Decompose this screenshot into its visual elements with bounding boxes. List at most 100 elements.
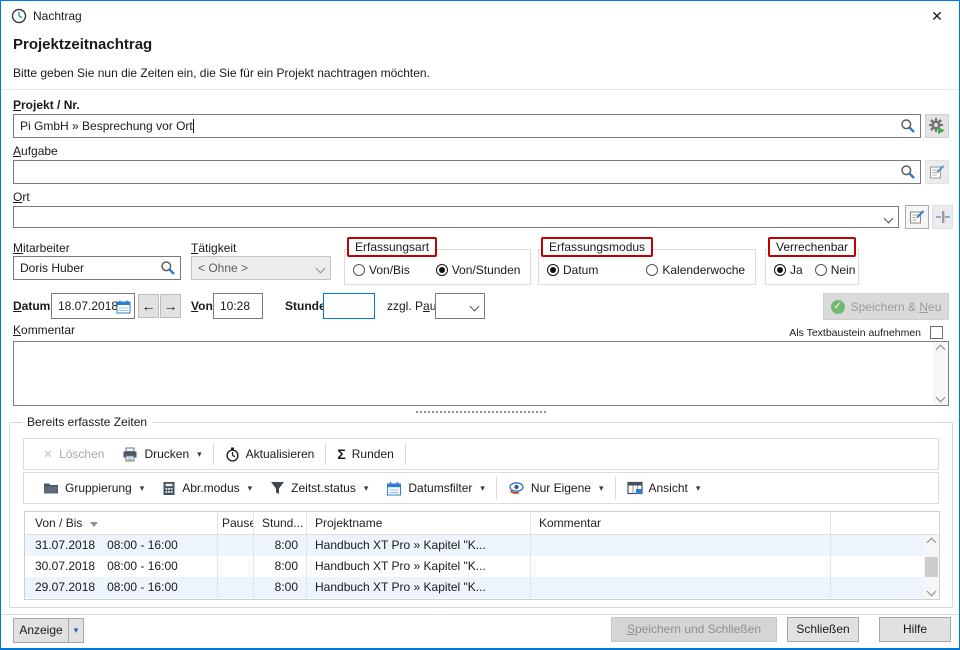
clock-icon: [11, 8, 27, 24]
aktualisieren-button[interactable]: Aktualisieren: [216, 441, 324, 467]
zeiten-group: Bereits erfasste Zeiten ✕ Löschen Drucke…: [9, 422, 953, 608]
radio-datum[interactable]: Datum: [547, 263, 598, 277]
search-icon[interactable]: [160, 260, 176, 276]
speichern-neu-button[interactable]: ✓ Speichern & Neu: [823, 293, 949, 320]
taetigkeit-select[interactable]: < Ohne >: [191, 256, 331, 280]
erfassungsart-label: Erfassungsart: [347, 237, 437, 257]
mitarbeiter-input[interactable]: Doris Huber: [13, 256, 181, 280]
search-icon[interactable]: [900, 164, 916, 180]
toolbar-separator: [325, 443, 326, 465]
toolbar-separator: [405, 443, 406, 465]
title-bar: Nachtrag ✕: [1, 1, 959, 31]
col-pause[interactable]: Pause: [218, 512, 254, 534]
ansicht-button[interactable]: Ansicht ▾: [618, 475, 710, 501]
radio-icon: [815, 264, 827, 276]
chevron-down-icon: [470, 302, 480, 312]
scroll-up-icon[interactable]: [927, 538, 937, 548]
speichern-schliessen-button[interactable]: Speichern und Schließen: [611, 617, 777, 642]
kommentar-scrollbar[interactable]: [933, 342, 948, 405]
drucken-button[interactable]: Drucken ▾: [113, 441, 210, 467]
ort-edit-button[interactable]: [905, 205, 929, 229]
hilfe-button[interactable]: Hilfe: [879, 617, 951, 642]
calculator-icon: [162, 481, 176, 496]
radio-ja[interactable]: Ja: [774, 263, 803, 277]
radio-von-bis[interactable]: Von/Bis: [353, 263, 410, 277]
folder-icon: [43, 481, 59, 495]
verrechenbar-group: Verrechenbar Ja Nein: [765, 249, 859, 285]
page-title: Projektzeitnachtrag: [13, 36, 152, 53]
next-day-button[interactable]: →: [160, 294, 181, 318]
radio-kalenderwoche[interactable]: Kalenderwoche: [646, 263, 745, 277]
aufgabe-edit-button[interactable]: [925, 160, 949, 184]
page-subtitle: Bitte geben Sie nun die Zeiten ein, die …: [13, 66, 430, 80]
ort-label: Ort: [13, 190, 30, 204]
toolbar-separator: [213, 443, 214, 465]
footer-divider: [1, 614, 959, 615]
table-row[interactable]: 29.07.201808:00 - 16:00 8:00 Handbuch XT…: [25, 577, 939, 598]
pause-select[interactable]: [435, 293, 485, 319]
resize-handle[interactable]: [416, 411, 546, 413]
sigma-icon: Σ: [337, 446, 345, 462]
delete-x-icon: ✕: [43, 447, 53, 461]
close-icon[interactable]: ✕: [927, 6, 947, 26]
radio-icon: [353, 264, 365, 276]
anzeige-dropdown-button[interactable]: ▾: [68, 618, 84, 643]
gruppierung-button[interactable]: Gruppierung ▾: [34, 475, 153, 501]
ort-divider-button[interactable]: [932, 205, 953, 229]
caret-down-icon: ▾: [599, 483, 604, 494]
runden-button[interactable]: Σ Runden: [328, 441, 402, 467]
col-projektname[interactable]: Projektname: [307, 512, 531, 534]
sort-icon: [90, 522, 98, 527]
scrollbar-thumb[interactable]: [925, 557, 938, 577]
table-row[interactable]: 30.07.201808:00 - 16:00 8:00 Handbuch XT…: [25, 556, 939, 577]
printer-icon: [122, 447, 138, 462]
radio-nein[interactable]: Nein: [815, 263, 856, 277]
scroll-down-icon[interactable]: [927, 587, 937, 597]
search-icon[interactable]: [900, 118, 916, 134]
stopwatch-icon: [225, 447, 240, 462]
caret-down-icon: ▾: [74, 625, 79, 635]
abrmodus-button[interactable]: Abr.modus ▾: [153, 475, 261, 501]
speichern-neu-label: Speichern & Neu: [851, 300, 942, 314]
textbaustein-checkbox[interactable]: [930, 326, 943, 339]
datumsfilter-button[interactable]: Datumsfilter ▾: [377, 475, 494, 501]
calendar-icon[interactable]: [116, 299, 131, 314]
anzeige-button[interactable]: Anzeige: [13, 618, 69, 643]
erfassungsmodus-group: Erfassungsmodus Datum Kalenderwoche: [538, 249, 756, 285]
table-row[interactable]: 31.07.201808:00 - 16:00 8:00 Handbuch XT…: [25, 535, 939, 556]
window-title: Nachtrag: [33, 9, 82, 23]
col-stunden[interactable]: Stund...: [254, 512, 307, 534]
ort-combobox[interactable]: [13, 206, 899, 228]
col-von-bis[interactable]: Von / Bis: [25, 512, 218, 534]
caret-down-icon: ▾: [696, 483, 701, 494]
chevron-down-icon: [316, 264, 326, 274]
prev-day-button[interactable]: ←: [138, 294, 159, 318]
datum-input[interactable]: 18.07.2018: [51, 293, 135, 319]
nureigene-button[interactable]: Nur Eigene ▾: [499, 475, 613, 501]
arrow-right-icon: →: [164, 298, 178, 314]
loeschen-button[interactable]: ✕ Löschen: [34, 441, 113, 467]
aufgabe-input[interactable]: [13, 160, 921, 184]
radio-von-stunden[interactable]: Von/Stunden: [436, 263, 521, 277]
radio-checked-icon: [436, 264, 448, 276]
zeitststatus-button[interactable]: Zeitst.status ▾: [261, 475, 377, 501]
scroll-down-icon[interactable]: [936, 393, 946, 403]
projekt-action-button[interactable]: [925, 114, 949, 138]
radio-checked-icon: [547, 264, 559, 276]
caret-down-icon: ▾: [364, 483, 369, 494]
datum-label: Datum: [13, 299, 50, 313]
col-kommentar[interactable]: Kommentar: [531, 512, 831, 534]
aufgabe-label: Aufgabe: [13, 144, 58, 158]
erfassungsart-group: Erfassungsart Von/Bis Von/Stunden: [344, 249, 531, 285]
von-input[interactable]: 10:28: [213, 293, 263, 319]
calendar-filter-icon: [386, 481, 402, 496]
mitarbeiter-label: Mitarbeiter: [13, 241, 70, 255]
scroll-up-icon[interactable]: [936, 345, 946, 355]
caret-down-icon: ▾: [197, 449, 202, 460]
schliessen-button[interactable]: Schließen: [787, 617, 859, 642]
table-scrollbar[interactable]: [924, 535, 939, 599]
projekt-input[interactable]: Pi GmbH » Besprechung vor Ort: [13, 114, 921, 138]
stunden-input[interactable]: [323, 293, 375, 319]
kommentar-textarea[interactable]: [13, 341, 949, 406]
table-header-row: Von / Bis Pause Stund... Projektname Kom…: [25, 512, 939, 535]
